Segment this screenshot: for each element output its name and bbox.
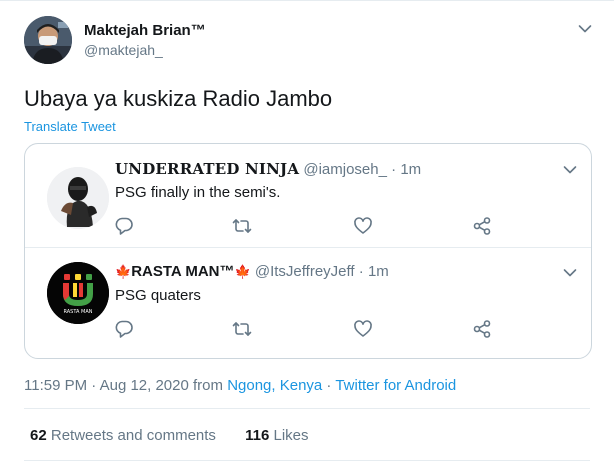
reply-author-name-text: RASTA MAN™ <box>131 263 235 280</box>
author-name[interactable]: Maktejah Brian™ <box>84 22 206 39</box>
share-icon[interactable] <box>472 319 492 339</box>
chevron-down-icon[interactable] <box>563 268 577 278</box>
reply-header: 🍁RASTA MAN™🍁 @ItsJeffreyJeff · 1m <box>115 263 389 280</box>
source-link[interactable]: Twitter for Android <box>335 377 456 394</box>
author-handle[interactable]: @maktejah_ <box>84 42 163 58</box>
separator-dot: · <box>391 161 397 178</box>
tweet-metadata: 11:59 PM · Aug 12, 2020 from Ngong, Keny… <box>24 377 456 394</box>
maple-leaf-icon: 🍁 <box>234 264 251 279</box>
translate-tweet-link[interactable]: Translate Tweet <box>24 119 116 134</box>
reply-item[interactable]: UNDERRATED NINJA @iamjoseh_ · 1m PSG fin… <box>25 144 591 247</box>
reply-author-handle[interactable]: @ItsJeffreyJeff <box>255 263 355 280</box>
reply-icon[interactable] <box>114 216 134 236</box>
tweet-text: Ubaya ya kuskiza Radio Jambo <box>24 86 333 111</box>
ninja-avatar[interactable] <box>47 167 109 229</box>
likes-stat[interactable]: 116 Likes <box>245 427 308 444</box>
retweets-label: Retweets and comments <box>50 427 216 444</box>
tweet: Maktejah Brian™ @maktejah_ Ubaya ya kusk… <box>0 0 614 470</box>
retweets-stat[interactable]: 62 Retweets and comments <box>30 427 216 444</box>
rasta-man-logo[interactable]: RASTA MAN <box>47 262 109 324</box>
tweet-timestamp[interactable]: 11:59 PM · Aug 12, 2020 from <box>24 377 227 394</box>
separator-dot: · <box>358 263 364 280</box>
like-icon[interactable] <box>353 319 373 339</box>
reply-text: PSG quaters <box>115 287 201 304</box>
reply-thread-card: UNDERRATED NINJA @iamjoseh_ · 1m PSG fin… <box>24 143 592 359</box>
retweet-icon[interactable] <box>232 319 252 339</box>
stats-divider-top <box>24 408 590 409</box>
like-icon[interactable] <box>353 216 373 236</box>
separator-dot: · <box>322 377 336 394</box>
likes-label: Likes <box>273 427 309 444</box>
maple-leaf-icon: 🍁 <box>115 264 132 279</box>
rasta-logo-caption: RASTA MAN <box>63 309 92 315</box>
reply-author-name[interactable]: UNDERRATED NINJA <box>115 160 299 178</box>
reply-author-name[interactable]: 🍁RASTA MAN™🍁 <box>115 263 251 280</box>
engagement-stats: 62 Retweets and comments 116 Likes <box>30 427 309 444</box>
retweets-count: 62 <box>30 427 47 444</box>
location-link[interactable]: Ngong, Kenya <box>227 377 322 394</box>
retweet-icon[interactable] <box>232 216 252 236</box>
chevron-down-icon[interactable] <box>563 165 577 175</box>
reply-timestamp[interactable]: 1m <box>368 263 389 280</box>
likes-count: 116 <box>245 427 270 444</box>
reply-icon[interactable] <box>114 319 134 339</box>
reply-header: UNDERRATED NINJA @iamjoseh_ · 1m <box>115 160 421 178</box>
reply-author-handle[interactable]: @iamjoseh_ <box>303 161 387 178</box>
top-divider <box>0 0 614 1</box>
reply-text: PSG finally in the semi's. <box>115 184 281 201</box>
reply-item[interactable]: RASTA MAN 🍁RASTA MAN™🍁 @ItsJeffreyJeff ·… <box>25 248 591 351</box>
author-avatar[interactable] <box>24 16 72 64</box>
share-icon[interactable] <box>472 216 492 236</box>
reply-timestamp[interactable]: 1m <box>400 161 421 178</box>
chevron-down-icon[interactable] <box>578 24 592 34</box>
stats-divider-bottom <box>24 460 590 461</box>
